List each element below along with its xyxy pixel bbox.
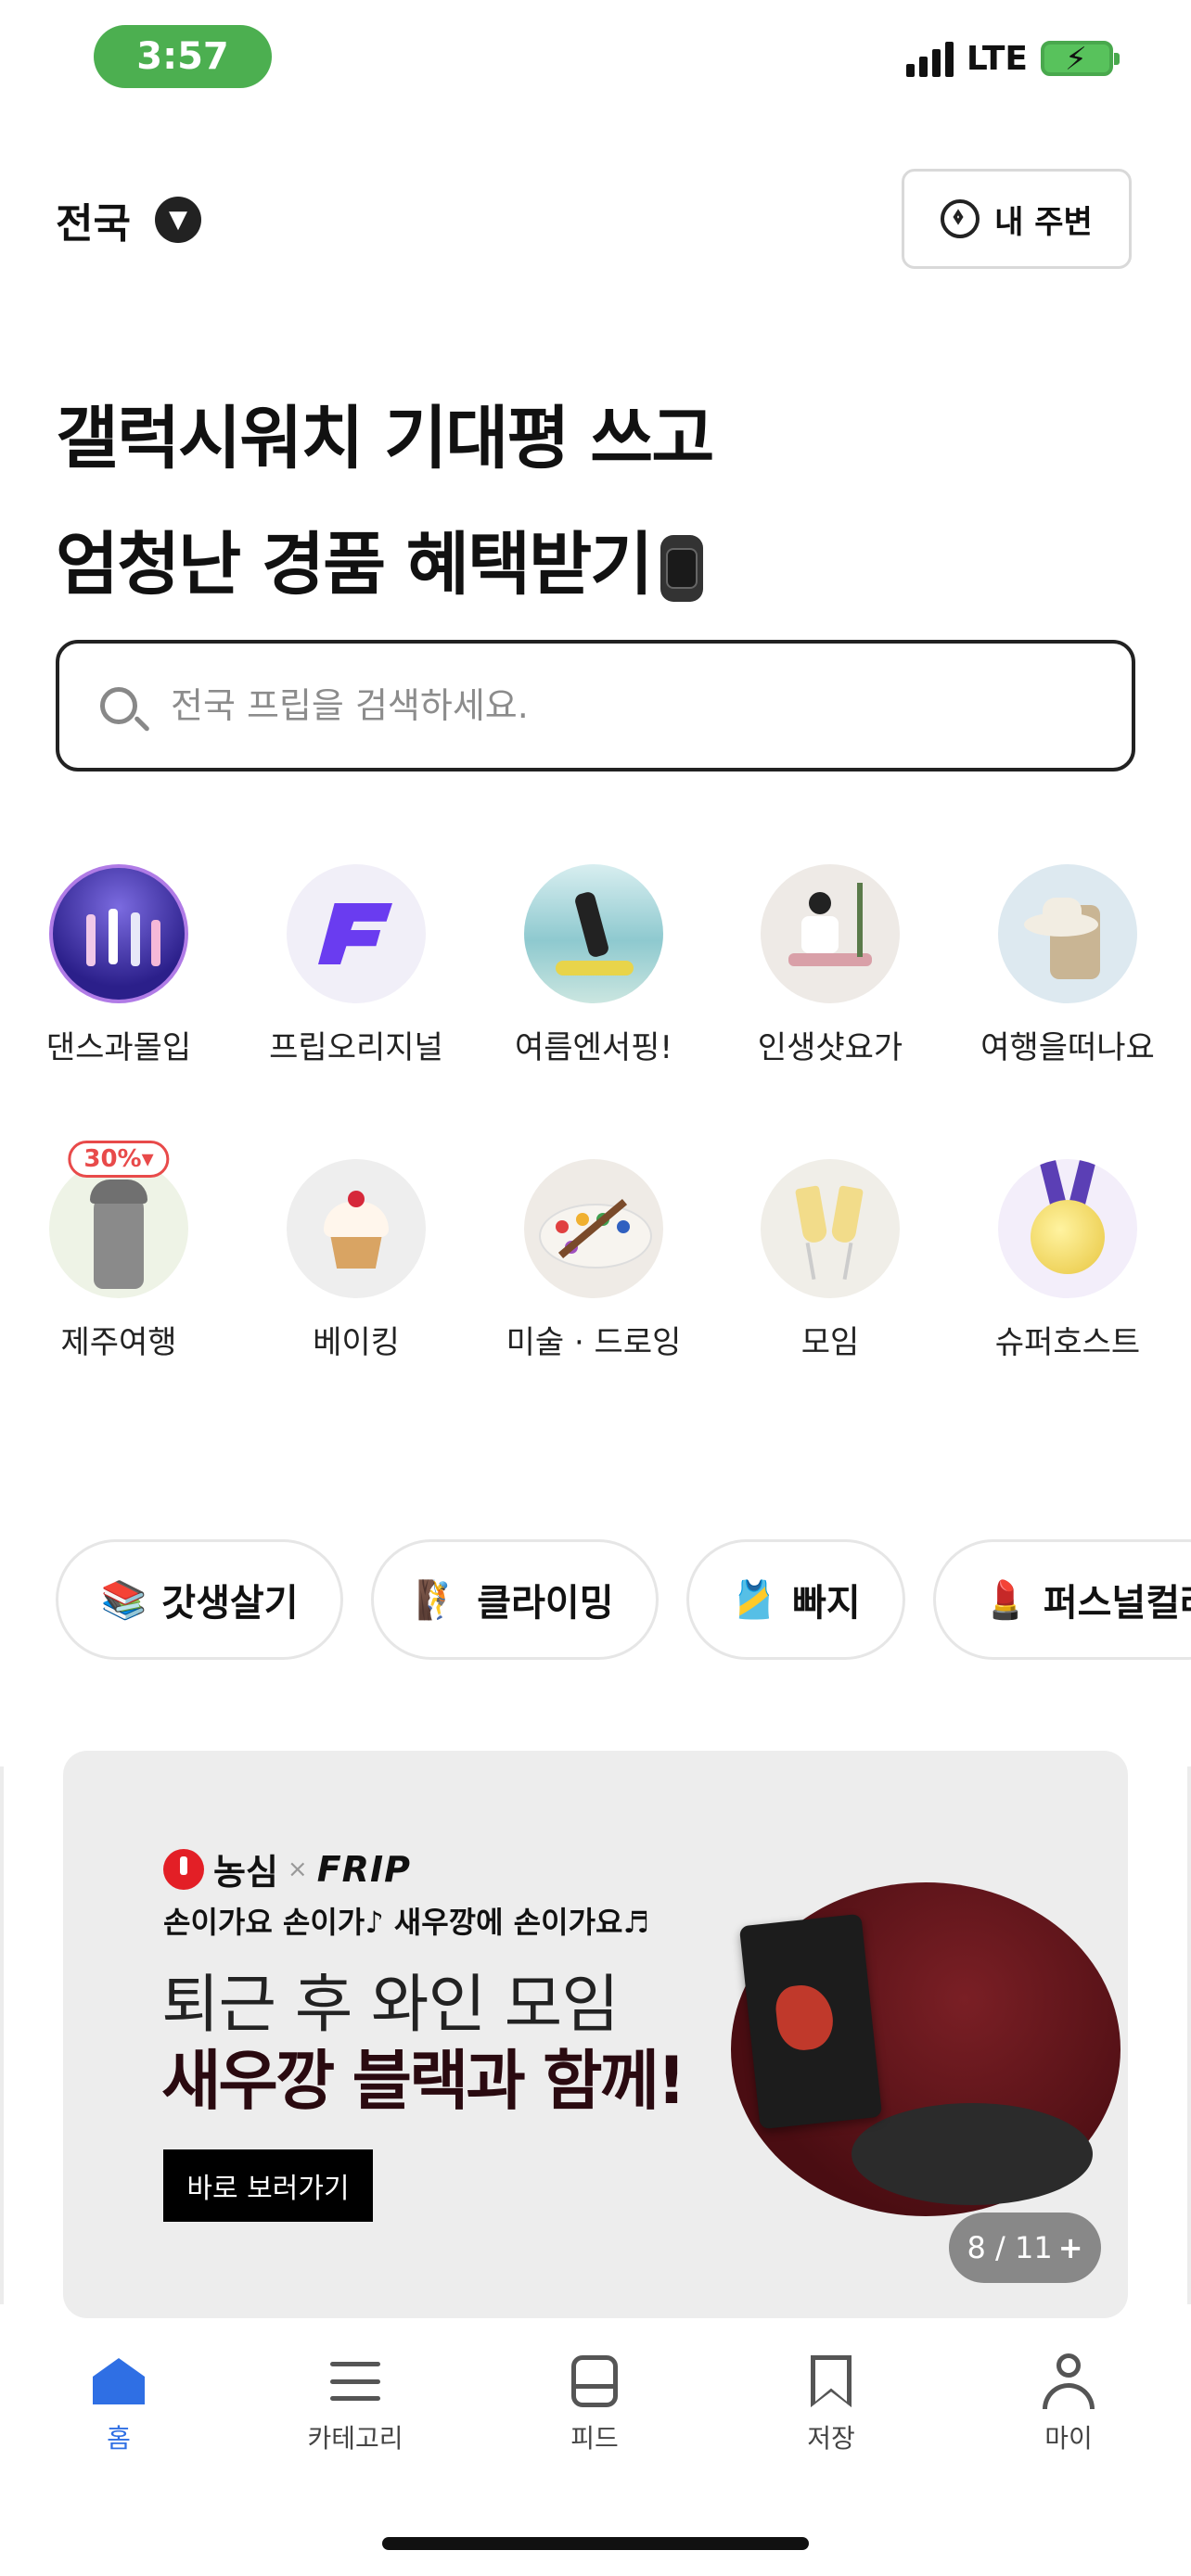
carousel-prev-peek bbox=[0, 1766, 4, 2304]
tab-my[interactable]: 마이 bbox=[994, 2352, 1143, 2455]
cupcake-photo-icon bbox=[287, 1159, 426, 1298]
tab-category[interactable]: 카테고리 bbox=[281, 2352, 429, 2455]
chip-label: 빠지 bbox=[792, 1582, 861, 1625]
category-label: 여행을떠나요 bbox=[980, 1029, 1155, 1066]
region-label: 전국 bbox=[56, 200, 131, 248]
discount-badge: 30%▾ bbox=[68, 1141, 170, 1178]
promo-banner[interactable]: 농심 × FRIP 손이가요 손이가♪ 새우깡에 손이가요♬ 퇴근 후 와인 모… bbox=[63, 1751, 1128, 2318]
chip-item[interactable]: 📚 갓생살기 bbox=[56, 1539, 343, 1660]
status-time: 3:57 bbox=[94, 25, 272, 88]
partner-name: FRIP bbox=[316, 1848, 411, 1890]
chip-label: 갓생살기 bbox=[161, 1582, 299, 1625]
snack-plate-image bbox=[852, 2103, 1093, 2205]
category-item[interactable]: 프립오리지널 bbox=[254, 864, 458, 1067]
collab-x-icon: × bbox=[287, 1855, 308, 1883]
compass-icon bbox=[941, 199, 980, 238]
category-label: 프립오리지널 bbox=[269, 1029, 443, 1066]
carousel-next-peek bbox=[1187, 1766, 1191, 2304]
search-icon bbox=[100, 687, 137, 724]
search-bar[interactable] bbox=[56, 640, 1135, 772]
tab-label: 카테고리 bbox=[307, 2423, 403, 2454]
chip-item[interactable]: 🎽 빠지 bbox=[686, 1539, 905, 1660]
tank-top-icon: 🎽 bbox=[731, 1578, 778, 1622]
bookmark-icon bbox=[811, 2355, 852, 2407]
category-label: 제주여행 bbox=[60, 1324, 177, 1361]
category-item[interactable]: 여름엔서핑! bbox=[492, 864, 696, 1067]
battery-icon: ⚡ bbox=[1041, 41, 1120, 78]
search-input[interactable] bbox=[169, 684, 1007, 727]
category-label: 여름엔서핑! bbox=[514, 1029, 673, 1066]
signal-icon bbox=[905, 40, 954, 77]
home-indicator[interactable] bbox=[382, 2537, 809, 2550]
category-label: 슈퍼호스트 bbox=[994, 1324, 1141, 1361]
plus-icon: + bbox=[1057, 2230, 1083, 2265]
chip-label: 퍼스널컬러 bbox=[1043, 1582, 1191, 1625]
menu-icon bbox=[330, 2362, 380, 2401]
tab-label: 마이 bbox=[1044, 2423, 1093, 2454]
tab-home[interactable]: 홈 bbox=[45, 2352, 193, 2455]
category-item[interactable]: 30%▾ 제주여행 bbox=[17, 1141, 221, 1362]
category-label: 베이킹 bbox=[313, 1324, 400, 1361]
category-item[interactable]: 슈퍼호스트 bbox=[966, 1159, 1170, 1362]
tab-label: 홈 bbox=[107, 2423, 131, 2454]
climbing-icon: 🧗 bbox=[416, 1578, 463, 1622]
nearby-label: 내 주변 bbox=[994, 203, 1093, 241]
home-icon bbox=[93, 2358, 145, 2404]
banner-brand: 농심 × FRIP bbox=[163, 1843, 411, 1894]
champagne-photo-icon bbox=[761, 1159, 900, 1298]
palette-photo-icon bbox=[524, 1159, 663, 1298]
tab-label: 저장 bbox=[807, 2423, 855, 2454]
watch-icon bbox=[660, 535, 704, 603]
hero-line-2: 엄청난 경품 혜택받기 bbox=[56, 525, 653, 605]
tab-feed[interactable]: 피드 bbox=[520, 2352, 669, 2455]
hero-line-1: 갤럭시워치 기대평 쓰고 bbox=[56, 399, 714, 478]
status-indicators: LTE ⚡ bbox=[905, 37, 1120, 80]
category-item[interactable]: 댄스과몰입 bbox=[17, 864, 221, 1067]
category-item[interactable]: 인생샷요가 bbox=[728, 864, 932, 1067]
chip-item[interactable]: 🧗 클라이밍 bbox=[371, 1539, 659, 1660]
banner-cta-button[interactable]: 바로 보러가기 bbox=[163, 2149, 373, 2222]
hero-headline[interactable]: 갤럭시워치 기대평 쓰고 엄청난 경품 혜택받기 bbox=[56, 376, 714, 628]
region-selector[interactable]: 전국 ▼ bbox=[56, 190, 201, 249]
network-label: LTE bbox=[966, 39, 1028, 78]
frip-logo-icon bbox=[287, 864, 426, 1003]
nearby-button[interactable]: 내 주변 bbox=[902, 169, 1132, 269]
books-icon: 📚 bbox=[100, 1578, 147, 1622]
feed-icon bbox=[571, 2355, 618, 2407]
surf-photo-icon bbox=[524, 864, 663, 1003]
category-item[interactable]: 미술 · 드로잉 bbox=[492, 1159, 696, 1362]
category-item[interactable]: 베이킹 bbox=[254, 1159, 458, 1362]
brand-name: 농심 bbox=[213, 1852, 278, 1893]
user-icon bbox=[1043, 2353, 1095, 2409]
category-label: 모임 bbox=[800, 1324, 860, 1361]
dance-photo-icon bbox=[49, 864, 188, 1003]
counter-text: 8 / 11 bbox=[967, 2230, 1053, 2265]
luggage-photo-icon bbox=[998, 864, 1137, 1003]
tab-saved[interactable]: 저장 bbox=[757, 2352, 905, 2455]
banner-title-line-2: 새우깡 블랙과 함께! bbox=[161, 2043, 686, 2119]
category-item[interactable]: 모임 bbox=[728, 1159, 932, 1362]
tab-label: 피드 bbox=[570, 2423, 619, 2454]
chip-item[interactable]: 💄 퍼스널컬러 bbox=[933, 1539, 1191, 1660]
category-label: 미술 · 드로잉 bbox=[506, 1324, 682, 1361]
category-item[interactable]: 여행을떠나요 bbox=[966, 864, 1170, 1067]
banner-subtitle: 손이가요 손이가♪ 새우깡에 손이가요♬ bbox=[163, 1905, 650, 1940]
category-label: 인생샷요가 bbox=[757, 1029, 903, 1066]
chip-label: 클라이밍 bbox=[477, 1582, 614, 1625]
yoga-photo-icon bbox=[761, 864, 900, 1003]
jeju-statue-photo-icon bbox=[49, 1159, 188, 1298]
nongshim-logo-icon bbox=[163, 1848, 204, 1890]
snack-bag-image bbox=[738, 1913, 883, 2130]
lipstick-icon: 💄 bbox=[982, 1578, 1029, 1622]
medal-photo-icon bbox=[998, 1159, 1137, 1298]
chevron-down-icon: ▼ bbox=[154, 197, 201, 243]
carousel-counter[interactable]: 8 / 11 + bbox=[949, 2213, 1101, 2283]
category-label: 댄스과몰입 bbox=[45, 1029, 192, 1066]
